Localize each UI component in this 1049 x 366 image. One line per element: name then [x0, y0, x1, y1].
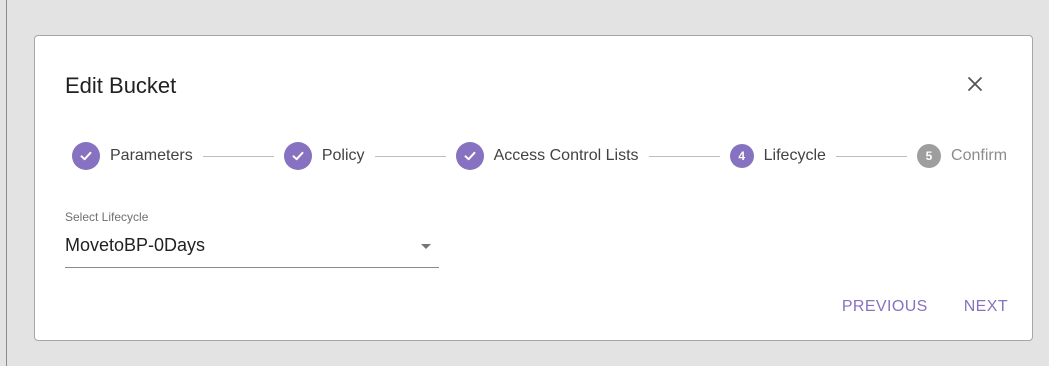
edit-bucket-dialog: Edit Bucket Parameters Policy Access Con…	[34, 35, 1033, 341]
step-number-confirm: 5	[917, 144, 942, 168]
step-label-access-control-lists: Access Control Lists	[493, 147, 639, 164]
left-divider	[6, 0, 7, 366]
next-button[interactable]: NEXT	[964, 298, 1008, 316]
lifecycle-select-value: MovetoBP-0Days	[65, 235, 206, 255]
step-label-confirm: Confirm	[951, 147, 1008, 164]
close-icon	[968, 77, 982, 91]
step-circle-policy	[283, 142, 312, 170]
step-connector	[374, 155, 446, 157]
step-parameters[interactable]: Parameters	[72, 142, 193, 170]
previous-button[interactable]: PREVIOUS	[842, 298, 928, 316]
step-lifecycle[interactable]: 4 Lifecycle	[729, 144, 826, 168]
check-icon	[464, 151, 476, 161]
step-access-control-lists[interactable]: Access Control Lists	[455, 142, 639, 170]
check-icon	[80, 151, 92, 161]
stepper: Parameters Policy Access Control Lists 4…	[72, 141, 1007, 171]
check-icon	[292, 151, 304, 161]
chevron-down-icon	[421, 244, 431, 249]
step-policy[interactable]: Policy	[283, 142, 365, 170]
step-number-lifecycle: 4	[729, 144, 754, 168]
dialog-actions: PREVIOUS NEXT	[842, 298, 1008, 316]
dialog-title: Edit Bucket	[65, 73, 177, 98]
step-confirm[interactable]: 5 Confirm	[917, 144, 1007, 168]
lifecycle-select[interactable]: Select Lifecycle MovetoBP-0Days	[65, 210, 439, 268]
step-label-lifecycle: Lifecycle	[763, 147, 826, 164]
step-connector	[835, 155, 908, 157]
lifecycle-select-label: Select Lifecycle	[65, 210, 149, 224]
step-label-policy: Policy	[321, 147, 365, 164]
select-underline	[65, 267, 439, 268]
step-label-parameters: Parameters	[110, 147, 193, 164]
step-connector	[202, 155, 274, 157]
close-button[interactable]	[963, 72, 987, 96]
step-circle-parameters	[72, 142, 100, 170]
step-circle-access-control-lists	[455, 142, 484, 170]
step-connector	[648, 155, 720, 157]
